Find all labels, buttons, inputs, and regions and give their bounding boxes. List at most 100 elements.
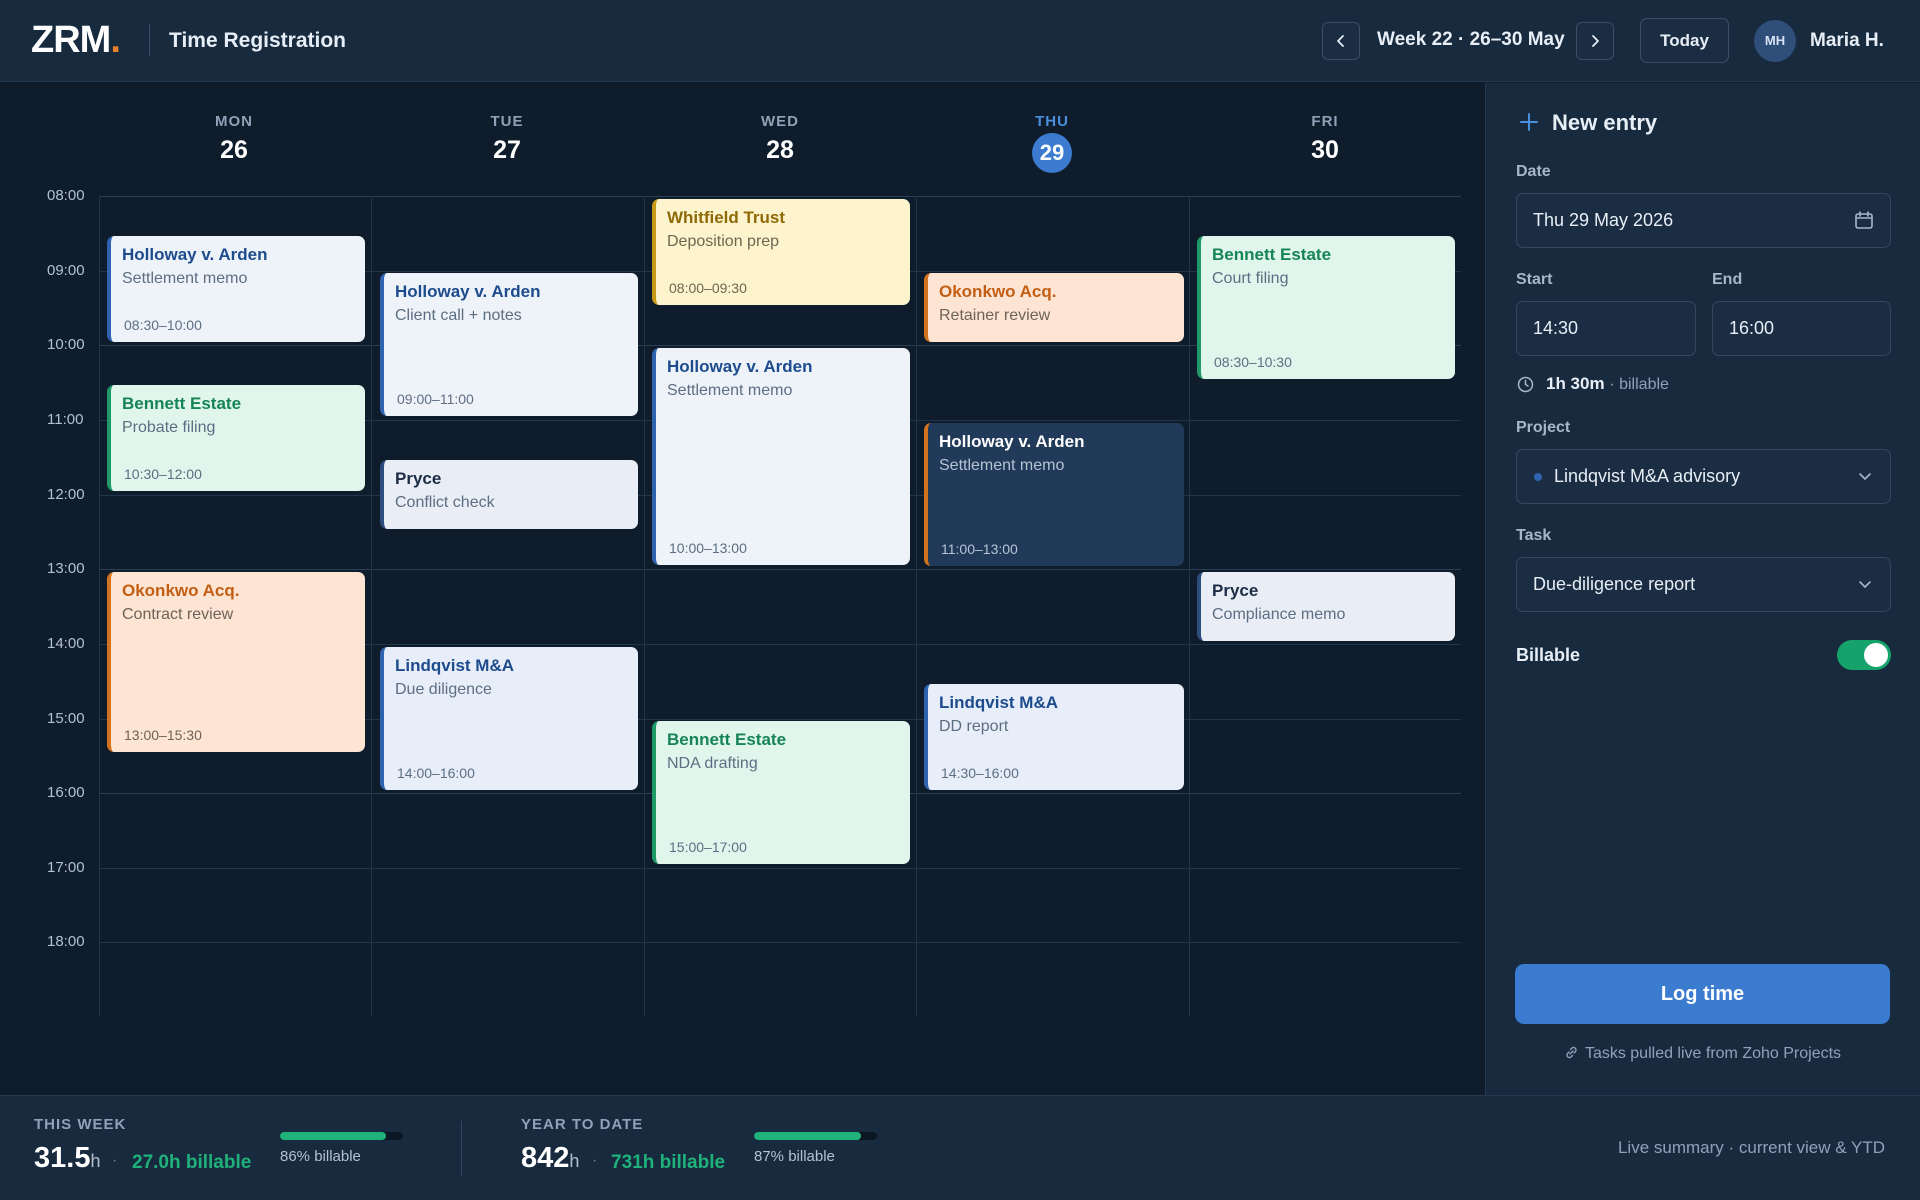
separator: · [592, 1152, 598, 1169]
project-dot-icon [1534, 473, 1542, 481]
day-header-mon[interactable]: MON 26 [98, 113, 370, 165]
end-time-field[interactable]: 16:00 [1712, 301, 1891, 356]
live-summary-note: Live summary · current view & YTD [1617, 1138, 1885, 1157]
event-time: 15:00–17:00 [669, 839, 747, 855]
task-select[interactable]: Due-diligence report [1516, 557, 1891, 612]
avatar[interactable]: MH [1754, 20, 1796, 62]
hour-label: 12:00 [47, 486, 85, 503]
zoho-source-note: Tasks pulled live from Zoho Projects [1515, 1045, 1890, 1063]
hour-label: 11:00 [47, 411, 84, 428]
project-select[interactable]: Lindqvist M&A advisory [1516, 449, 1891, 504]
header-divider [149, 24, 150, 56]
start-time-field[interactable]: 14:30 [1516, 301, 1696, 356]
ytd-billable-bar [754, 1132, 877, 1140]
calendar-event-selected[interactable]: Lindqvist M&A DD report 14:30–16:00 [924, 684, 1184, 790]
billable-toggle[interactable] [1837, 640, 1891, 670]
panel-title: New entry [1552, 110, 1658, 135]
hour-label: 10:00 [47, 336, 85, 353]
calendar-event[interactable]: Pryce Conflict check [380, 460, 638, 529]
day-name: MON [215, 113, 253, 130]
event-time: 13:00–15:30 [124, 727, 202, 743]
day-name: TUE [490, 113, 524, 130]
event-title: Bennett Estate [667, 730, 787, 749]
event-subtitle: Settlement memo [667, 382, 793, 399]
event-subtitle: Client call + notes [395, 307, 522, 324]
calendar-event[interactable]: Okonkwo Acq. Contract review 13:00–15:30 [107, 572, 365, 752]
start-value: 14:30 [1533, 318, 1579, 338]
user-name[interactable]: Maria H. [1810, 30, 1884, 52]
hour-label: 14:00 [47, 635, 85, 652]
week-label: Week 22 · 26–30 May [1377, 29, 1565, 50]
calendar-event[interactable]: Holloway v. Arden Settlement memo 08:30–… [107, 236, 365, 342]
calendar-event[interactable]: Lindqvist M&A Due diligence 14:00–16:00 [380, 647, 638, 790]
hour-label: 15:00 [47, 710, 85, 727]
event-subtitle: NDA drafting [667, 755, 758, 772]
day-name: THU [1035, 113, 1069, 130]
ytd-hours: 842h [521, 1142, 579, 1175]
hour-label: 08:00 [47, 187, 85, 204]
event-title: Okonkwo Acq. [939, 282, 1057, 301]
log-time-button[interactable]: Log time [1515, 964, 1890, 1024]
today-button[interactable]: Today [1640, 18, 1729, 63]
event-subtitle: Court filing [1212, 270, 1289, 287]
duration-value: 1h 30m [1546, 374, 1605, 393]
ytd-label: YEAR TO DATE [521, 1116, 644, 1133]
event-time: 10:00–13:00 [669, 540, 747, 556]
event-time: 10:30–12:00 [124, 466, 202, 482]
hour-label: 17:00 [47, 859, 85, 876]
event-title: Bennett Estate [122, 394, 242, 413]
day-number: 27 [493, 136, 521, 164]
top-header: ZRM. Time Registration Week 22 · 26–30 M… [0, 0, 1920, 82]
chevron-down-icon [1859, 473, 1871, 480]
chevron-down-icon [1859, 581, 1871, 588]
day-header-wed[interactable]: WED 28 [644, 113, 916, 165]
week-billable-fill [280, 1132, 386, 1140]
calendar-event[interactable]: Bennett Estate NDA drafting 15:00–17:00 [652, 721, 910, 864]
ytd-hours-unit: h [569, 1151, 580, 1171]
event-subtitle: Due diligence [395, 681, 492, 698]
calendar-event[interactable]: Holloway v. Arden Settlement memo 10:00–… [652, 348, 910, 565]
hour-label: 09:00 [47, 262, 85, 279]
zrm-logo[interactable]: ZRM. [31, 19, 121, 62]
date-field[interactable]: Thu 29 May 2026 [1516, 193, 1891, 248]
task-value: Due-diligence report [1533, 574, 1696, 594]
day-header-fri[interactable]: FRI 30 [1189, 113, 1461, 165]
event-title: Holloway v. Arden [122, 245, 268, 264]
app-title: Time Registration [169, 29, 346, 52]
calendar-icon [1855, 211, 1873, 229]
ytd-billable: 731h billable [611, 1152, 726, 1173]
day-header-tue[interactable]: TUE 27 [371, 113, 643, 165]
separator: · [112, 1152, 118, 1169]
source-note-text: Tasks pulled live from Zoho Projects [1584, 1045, 1842, 1062]
calendar-event[interactable]: Bennett Estate Probate filing 10:30–12:0… [107, 385, 365, 491]
event-title: Lindqvist M&A [395, 656, 514, 675]
grid-line [99, 196, 1461, 197]
start-label: Start [1516, 271, 1553, 288]
event-time: 08:30–10:00 [124, 317, 202, 333]
footer-divider [461, 1121, 462, 1176]
week-hours: 31.5h [34, 1142, 100, 1175]
calendar-event[interactable]: Whitfield Trust Deposition prep 08:00–09… [652, 199, 910, 305]
event-subtitle: Settlement memo [939, 457, 1065, 474]
event-title: Holloway v. Arden [667, 357, 813, 376]
calendar-event[interactable]: Pryce Compliance memo [1197, 572, 1455, 641]
next-week-button[interactable] [1576, 22, 1614, 60]
calendar-event[interactable]: Holloway v. Arden Client call + notes 09… [380, 273, 638, 416]
column-line [1189, 196, 1190, 1016]
duration-note: · billable [1609, 376, 1669, 393]
day-header-thu[interactable]: THU 29 [916, 113, 1188, 173]
calendar-event[interactable]: Bennett Estate Court filing 08:30–10:30 [1197, 236, 1455, 379]
event-time: 11:00–13:00 [941, 541, 1018, 557]
calendar-event[interactable]: Holloway v. Arden Settlement memo 11:00–… [924, 423, 1184, 566]
event-subtitle: Deposition prep [667, 233, 780, 250]
ytd-hours-value: 842 [521, 1142, 570, 1174]
ytd-billable-pct: 87% billable [754, 1148, 835, 1165]
column-line [371, 196, 372, 1016]
project-value: Lindqvist M&A advisory [1554, 466, 1741, 486]
end-value: 16:00 [1729, 318, 1775, 338]
calendar-event[interactable]: Okonkwo Acq. Retainer review [924, 273, 1184, 342]
hour-label: 16:00 [47, 784, 85, 801]
event-time: 09:00–11:00 [397, 391, 474, 407]
prev-week-button[interactable] [1322, 22, 1360, 60]
link-icon [1566, 1046, 1577, 1059]
